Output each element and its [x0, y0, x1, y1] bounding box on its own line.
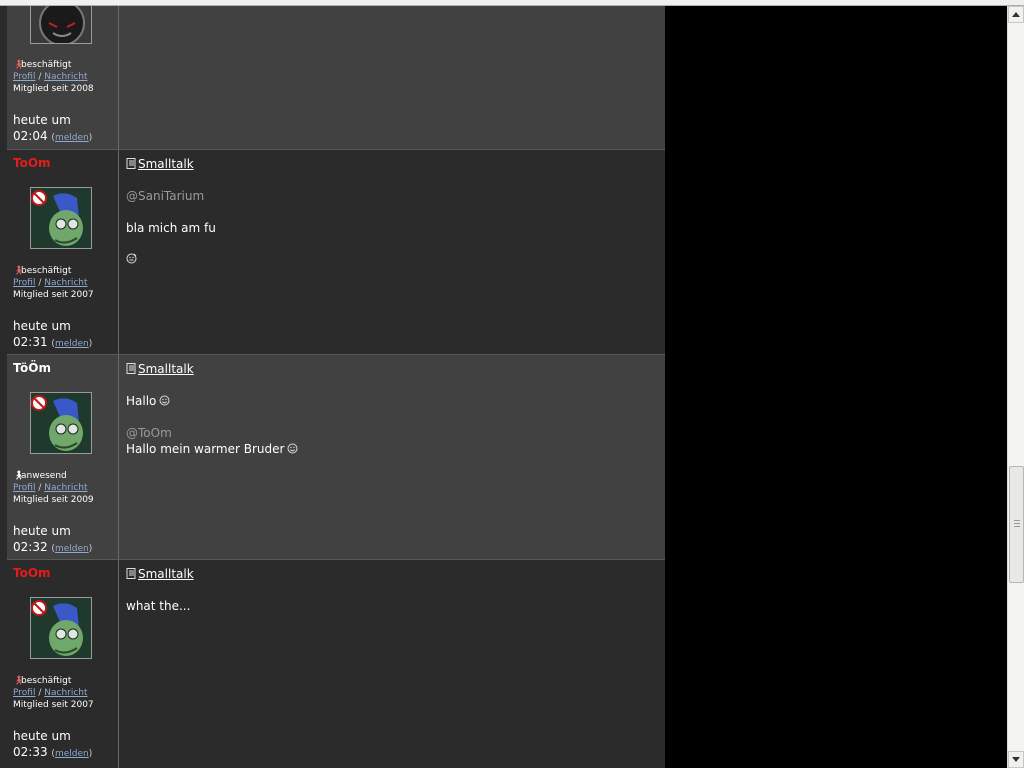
- post-text: bla mich am fu: [126, 221, 216, 235]
- user-links: Profil / Nachricht: [13, 688, 88, 698]
- post-time-label: heute um: [13, 113, 71, 127]
- post-content: [120, 6, 665, 149]
- user-avatar[interactable]: [30, 6, 92, 44]
- page-left-border: [0, 6, 7, 768]
- username[interactable]: ToOm: [13, 566, 51, 580]
- member-since: Mitglied seit 2007: [13, 700, 94, 710]
- scroll-down-button[interactable]: [1008, 751, 1024, 768]
- post-author-panel: ToOm 🚶︎beschäftigt Profil / Nachricht Mi…: [7, 150, 119, 354]
- post-time-label: heute um: [13, 524, 71, 538]
- message-link[interactable]: Nachricht: [44, 483, 87, 493]
- present-person-icon: 🚶︎: [13, 471, 25, 481]
- post-content: Smalltalk Hallo @ToOm Hallo mein warmer …: [120, 355, 665, 559]
- busy-person-icon: 🚶︎: [13, 60, 25, 70]
- busy-person-icon: 🚶︎: [13, 676, 25, 686]
- busy-person-icon: 🚶︎: [13, 266, 25, 276]
- page-background: [665, 6, 1007, 768]
- profile-link[interactable]: Profil: [13, 483, 35, 493]
- post-content: Smalltalk @SaniTarium bla mich am fu: [120, 150, 665, 354]
- post-author-panel: 🚶︎beschäftigt Profil / Nachricht Mitglie…: [7, 6, 119, 149]
- user-status: 🚶︎beschäftigt: [13, 676, 72, 686]
- post-topic: Smalltalk: [126, 362, 194, 376]
- username[interactable]: ToOm: [13, 156, 51, 170]
- forum-post: ToOm 🚶︎beschäftigt Profil / Nachricht Mi…: [7, 560, 665, 768]
- post-text: Hallo: [126, 394, 170, 408]
- profile-link[interactable]: Profil: [13, 72, 35, 82]
- mention-text: @SaniTarium: [126, 189, 205, 203]
- post-text: what the...: [126, 599, 191, 613]
- post-text: Hallo mein warmer Bruder: [126, 442, 298, 456]
- document-icon: [126, 158, 136, 169]
- tongue-smiley-icon: [126, 253, 137, 264]
- user-links: Profil / Nachricht: [13, 483, 88, 493]
- post-time-label: heute um: [13, 729, 71, 743]
- user-avatar[interactable]: [30, 597, 92, 659]
- mention-text: @ToOm: [126, 426, 172, 440]
- report-link[interactable]: melden: [55, 133, 89, 143]
- post-time: 02:32 (melden): [13, 540, 93, 554]
- post-content: Smalltalk what the...: [120, 560, 665, 768]
- report-link[interactable]: melden: [55, 339, 89, 349]
- grip-icon: [1014, 520, 1020, 527]
- smiley-icon: [287, 443, 298, 454]
- profile-link[interactable]: Profil: [13, 688, 35, 698]
- topic-link[interactable]: Smalltalk: [138, 157, 194, 171]
- message-link[interactable]: Nachricht: [44, 278, 87, 288]
- user-avatar[interactable]: [30, 392, 92, 454]
- report-link[interactable]: melden: [55, 544, 89, 554]
- username[interactable]: TöÖm: [13, 361, 51, 375]
- user-status: 🚶︎beschäftigt: [13, 266, 72, 276]
- post-topic: Smalltalk: [126, 567, 194, 581]
- post-time: 02:33 (melden): [13, 745, 93, 759]
- member-since: Mitglied seit 2007: [13, 290, 94, 300]
- forum-post: 🚶︎beschäftigt Profil / Nachricht Mitglie…: [7, 6, 665, 150]
- scroll-up-button[interactable]: [1008, 6, 1024, 23]
- post-time-label: heute um: [13, 319, 71, 333]
- member-since: Mitglied seit 2008: [13, 84, 94, 94]
- chevron-down-icon: [1012, 757, 1020, 762]
- user-avatar[interactable]: [30, 187, 92, 249]
- user-links: Profil / Nachricht: [13, 278, 88, 288]
- message-link[interactable]: Nachricht: [44, 72, 87, 82]
- user-status: 🚶︎anwesend: [13, 471, 67, 481]
- user-links: Profil / Nachricht: [13, 72, 88, 82]
- post-author-panel: TöÖm 🚶︎anwesend Profil / Nachricht Mitgl…: [7, 355, 119, 559]
- post-author-panel: ToOm 🚶︎beschäftigt Profil / Nachricht Mi…: [7, 560, 119, 768]
- topic-link[interactable]: Smalltalk: [138, 567, 194, 581]
- document-icon: [126, 363, 136, 374]
- user-status: 🚶︎beschäftigt: [13, 60, 72, 70]
- profile-link[interactable]: Profil: [13, 278, 35, 288]
- member-since: Mitglied seit 2009: [13, 495, 94, 505]
- forum-post: TöÖm 🚶︎anwesend Profil / Nachricht Mitgl…: [7, 355, 665, 560]
- post-smiley-line: [126, 252, 137, 266]
- post-time: 02:04 (melden): [13, 129, 93, 143]
- scrollbar-thumb[interactable]: [1009, 466, 1024, 583]
- forum-thread: 🚶︎beschäftigt Profil / Nachricht Mitglie…: [7, 6, 665, 768]
- chevron-up-icon: [1012, 12, 1020, 17]
- message-link[interactable]: Nachricht: [44, 688, 87, 698]
- post-time: 02:31 (melden): [13, 335, 93, 349]
- topic-link[interactable]: Smalltalk: [138, 362, 194, 376]
- vertical-scrollbar[interactable]: [1007, 6, 1024, 768]
- post-topic: Smalltalk: [126, 157, 194, 171]
- report-link[interactable]: melden: [55, 749, 89, 759]
- forum-post: ToOm 🚶︎beschäftigt Profil / Nachricht Mi…: [7, 150, 665, 355]
- document-icon: [126, 568, 136, 579]
- smiley-icon: [159, 395, 170, 406]
